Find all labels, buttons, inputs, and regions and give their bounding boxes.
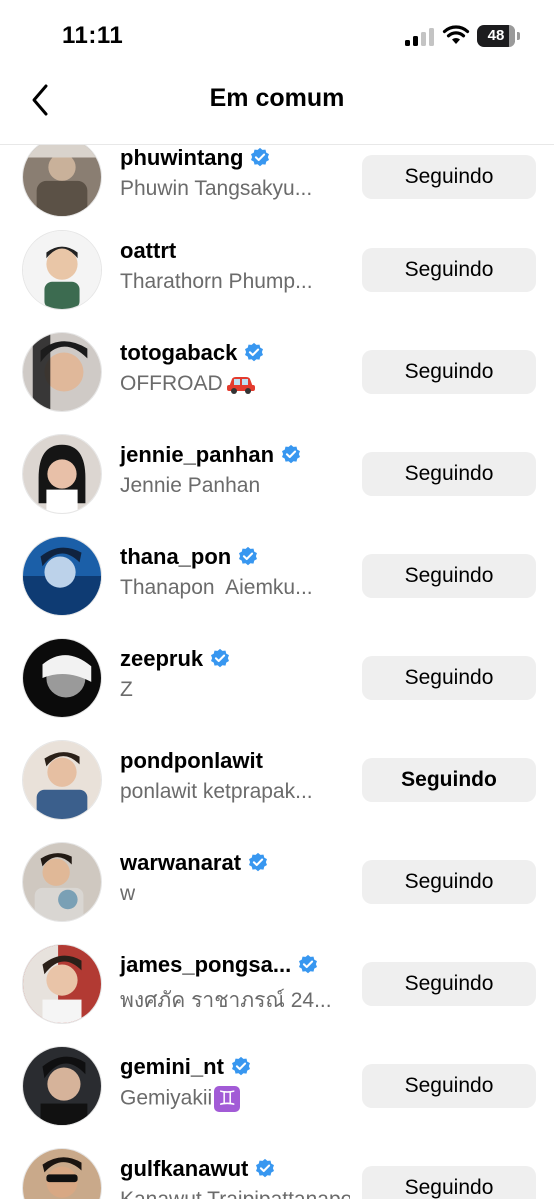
full-name: Tharathorn Phump... — [120, 270, 313, 293]
following-button[interactable]: Seguindo — [362, 758, 536, 802]
full-name: Phuwin Tangsakyu... — [120, 177, 313, 200]
avatar[interactable] — [22, 1046, 102, 1126]
status-bar: 11:11 48 — [0, 0, 554, 68]
avatar[interactable] — [22, 842, 102, 922]
car-emoji-icon — [226, 377, 255, 395]
avatar[interactable] — [22, 1148, 102, 1199]
following-button[interactable]: Seguindo — [362, 155, 536, 199]
list-item[interactable]: gulfkanawut Kanawut Traipipattanapong Se… — [0, 1148, 554, 1199]
username[interactable]: jennie_panhan — [120, 442, 274, 468]
avatar[interactable] — [22, 638, 102, 718]
username[interactable]: phuwintang — [120, 145, 243, 171]
username[interactable]: james_pongsa... — [120, 952, 291, 978]
list-item[interactable]: gemini_nt Gemiyakii ♊ Seguindo — [0, 1046, 554, 1148]
full-name: OFFROAD — [120, 372, 257, 396]
avatar[interactable] — [22, 944, 102, 1024]
full-name: Thanapon Aiemku... — [120, 576, 313, 599]
following-button[interactable]: Seguindo — [362, 860, 536, 904]
following-button[interactable]: Seguindo — [362, 248, 536, 292]
mutual-followers-list: phuwintang Phuwin Tangsakyu... Seguindo … — [0, 143, 554, 1199]
full-name: Kanawut Traipipattanapong — [120, 1188, 350, 1199]
avatar[interactable] — [22, 230, 102, 310]
username[interactable]: totogaback — [120, 340, 237, 366]
avatar[interactable] — [22, 536, 102, 616]
list-item[interactable]: thana_pon Thanapon Aiemku... Seguindo — [0, 536, 554, 638]
battery-level: 48 — [487, 27, 505, 44]
avatar[interactable] — [22, 332, 102, 412]
username[interactable]: oattrt — [120, 238, 176, 264]
following-button[interactable]: Seguindo — [362, 962, 536, 1006]
following-button[interactable]: Seguindo — [362, 1166, 536, 1199]
gemini-emoji-icon: ♊ — [214, 1086, 241, 1112]
page-title: Em comum — [209, 84, 345, 112]
username[interactable]: gemini_nt — [120, 1054, 224, 1080]
avatar[interactable] — [22, 434, 102, 514]
username[interactable]: gulfkanawut — [120, 1156, 248, 1182]
following-button[interactable]: Seguindo — [362, 656, 536, 700]
following-button[interactable]: Seguindo — [362, 554, 536, 598]
wifi-icon — [442, 25, 470, 44]
verified-badge-icon — [231, 1056, 250, 1076]
list-item[interactable]: oattrt Tharathorn Phump... Seguindo — [0, 230, 554, 332]
username[interactable]: warwanarat — [120, 850, 241, 876]
avatar[interactable] — [22, 740, 102, 820]
following-button[interactable]: Seguindo — [362, 1064, 536, 1108]
list-item[interactable]: totogaback OFFROAD Seguindo — [0, 332, 554, 434]
full-name-text: OFFROAD — [120, 372, 223, 395]
verified-badge-icon — [282, 444, 301, 464]
verified-badge-icon — [256, 1158, 275, 1178]
verified-badge-icon — [251, 147, 270, 167]
list-item[interactable]: warwanarat w Seguindo — [0, 842, 554, 944]
list-item[interactable]: james_pongsa... พงศภัค ราชาภรณ์ 24... Se… — [0, 944, 554, 1046]
following-button[interactable]: Seguindo — [362, 350, 536, 394]
following-button[interactable]: Seguindo — [362, 452, 536, 496]
cellular-signal-icon — [405, 28, 434, 46]
username[interactable]: thana_pon — [120, 544, 231, 570]
verified-badge-icon — [249, 852, 268, 872]
list-item[interactable]: jennie_panhan Jennie Panhan Seguindo — [0, 434, 554, 536]
full-name: Z — [120, 678, 133, 701]
full-name: w — [120, 882, 136, 905]
full-name: Jennie Panhan — [120, 474, 261, 497]
status-time: 11:11 — [62, 22, 124, 49]
full-name: ponlawit ketprapak... — [120, 780, 313, 803]
nav-header: Em comum — [0, 68, 554, 145]
verified-badge-icon — [299, 954, 318, 974]
verified-badge-icon — [245, 342, 264, 362]
full-name: พงศภัค ราชาภรณ์ 24... — [120, 989, 332, 1012]
battery-icon: 48 — [477, 25, 520, 47]
full-name-text: Gemiyakii — [120, 1086, 213, 1110]
list-item[interactable]: pondponlawit ponlawit ketprapak... Segui… — [0, 740, 554, 842]
list-item[interactable]: phuwintang Phuwin Tangsakyu... Seguindo — [0, 143, 554, 239]
verified-badge-icon — [239, 546, 258, 566]
username[interactable]: zeepruk — [120, 646, 203, 672]
full-name: Gemiyakii ♊ — [120, 1086, 241, 1112]
avatar[interactable] — [22, 143, 102, 217]
verified-badge-icon — [211, 648, 230, 668]
username[interactable]: pondponlawit — [120, 748, 263, 774]
list-item[interactable]: zeepruk Z Seguindo — [0, 638, 554, 740]
